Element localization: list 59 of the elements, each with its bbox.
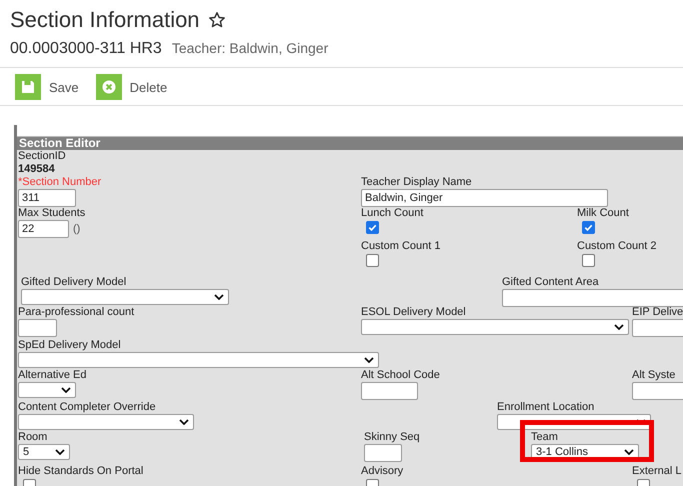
caret-icon	[61, 387, 71, 393]
field-label: Para-professional count	[18, 306, 134, 319]
caret-icon	[364, 357, 374, 363]
field-label: ESOL Delivery Model	[361, 306, 466, 319]
toolbar-button[interactable]: Save	[15, 74, 79, 100]
field-label: Advisory	[361, 465, 404, 478]
field-label: Gifted Delivery Model	[21, 276, 126, 289]
field-label: Enrollment Location	[497, 401, 594, 414]
toolbar-button[interactable]: Delete	[96, 74, 168, 100]
text-field[interactable]: 22	[18, 220, 69, 238]
panel-header: Section Editor	[17, 137, 683, 150]
field-label: Hide Standards On Portal	[18, 465, 144, 478]
field-label: Content Completer Override	[18, 401, 156, 414]
select-field[interactable]: 5	[18, 444, 70, 460]
field-label: Alternative Ed	[18, 369, 86, 382]
caret-icon	[614, 324, 624, 330]
field-suffix: ()	[73, 223, 80, 235]
star-icon[interactable]	[208, 11, 226, 29]
field-label: Custom Count 1	[361, 240, 440, 253]
caret-icon	[179, 419, 189, 425]
field-label: SpEd Delivery Model	[18, 339, 121, 352]
caret-icon	[55, 449, 65, 455]
select-field[interactable]	[18, 382, 76, 398]
caret-icon	[214, 294, 224, 300]
checkbox[interactable]	[582, 221, 595, 234]
text-field[interactable]	[364, 444, 402, 462]
select-field[interactable]	[361, 319, 629, 335]
page-title: Section Information	[10, 7, 200, 33]
text-field[interactable]	[502, 289, 683, 307]
text-field[interactable]	[18, 319, 57, 337]
field-label: External L	[632, 465, 682, 478]
caret-icon	[624, 449, 634, 455]
field-label: *Section Number	[18, 176, 102, 189]
field-label: EIP Delive	[632, 306, 683, 319]
field-label: Custom Count 2	[577, 240, 656, 253]
select-field[interactable]	[18, 352, 379, 368]
checkbox[interactable]	[366, 254, 379, 267]
field-label: Room	[18, 431, 48, 444]
checkbox[interactable]	[582, 254, 595, 267]
field-label: Alt School Code	[361, 369, 440, 382]
text-field[interactable]	[361, 382, 418, 400]
text-field[interactable]: 311	[18, 189, 76, 207]
field-label: Max Students	[18, 207, 86, 220]
section-code: 00.0003000-311 HR3	[10, 40, 162, 58]
field-label: Alt Syste	[632, 369, 676, 382]
field-value: 149584	[18, 163, 55, 176]
field-label: Teacher Display Name	[361, 176, 472, 189]
checkbox[interactable]	[366, 221, 379, 234]
field-label: Milk Count	[577, 207, 629, 220]
field-label: Gifted Content Area	[502, 276, 599, 289]
field-label: Lunch Count	[361, 207, 424, 220]
field-label: Team	[531, 431, 558, 444]
field-label: SectionID	[18, 150, 66, 163]
delete-icon	[102, 80, 116, 94]
teacher-name: Teacher: Baldwin, Ginger	[172, 40, 328, 56]
text-field[interactable]: Baldwin, Ginger	[361, 189, 608, 207]
field-label: Skinny Seq	[364, 431, 420, 444]
select-field[interactable]	[21, 289, 229, 305]
select-field[interactable]	[18, 414, 194, 430]
